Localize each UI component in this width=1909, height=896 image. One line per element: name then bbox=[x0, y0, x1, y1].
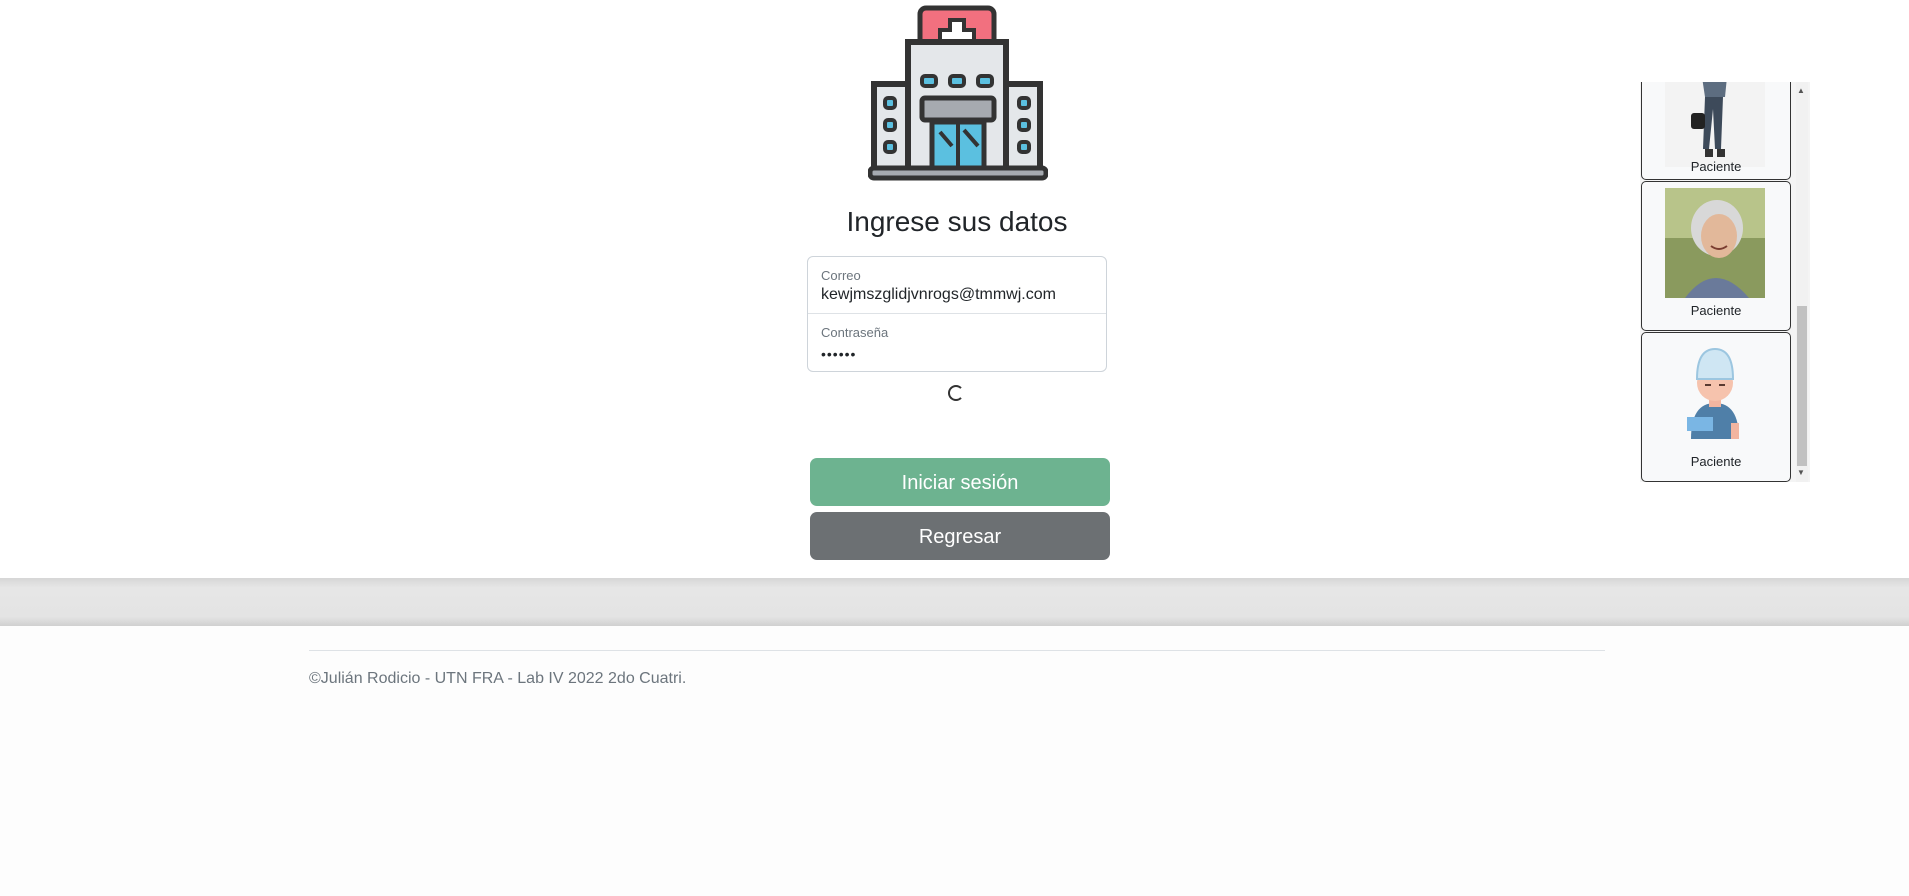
hospital-logo-icon bbox=[868, 5, 1048, 181]
email-field-container[interactable]: Correo bbox=[808, 257, 1106, 314]
footer-band bbox=[0, 578, 1909, 626]
user-card[interactable]: Paciente bbox=[1641, 82, 1791, 180]
scroll-down-arrow-icon[interactable]: ▼ bbox=[1797, 468, 1805, 477]
loading-spinner-icon bbox=[948, 385, 964, 401]
user-card[interactable]: Paciente bbox=[1641, 332, 1791, 482]
password-label: Contraseña bbox=[821, 325, 889, 340]
user-card-caption: Paciente bbox=[1690, 303, 1742, 318]
patient-walking-photo-icon bbox=[1665, 82, 1765, 167]
login-title: Ingrese sus datos bbox=[846, 206, 1068, 237]
footer-copyright: ©Julián Rodicio - UTN FRA - Lab IV 2022 … bbox=[309, 670, 687, 687]
scroll-up-arrow-icon[interactable]: ▲ bbox=[1797, 86, 1805, 95]
footer-divider bbox=[309, 650, 1605, 651]
password-field-container[interactable]: Contraseña •••••• bbox=[808, 314, 1106, 370]
back-button[interactable]: Regresar bbox=[810, 512, 1110, 560]
password-input[interactable]: •••••• bbox=[821, 346, 1091, 362]
user-card-caption: Paciente bbox=[1690, 454, 1742, 469]
injured-patient-avatar-icon bbox=[1665, 339, 1765, 449]
email-label: Correo bbox=[821, 268, 861, 283]
scrollbar-thumb[interactable] bbox=[1797, 306, 1807, 466]
elderly-woman-photo-icon bbox=[1665, 188, 1765, 298]
main-content: Ingrese sus datos Correo Contraseña ••••… bbox=[0, 0, 1909, 578]
login-button[interactable]: Iniciar sesión bbox=[810, 458, 1110, 506]
login-form: Correo Contraseña •••••• bbox=[807, 256, 1107, 372]
user-card[interactable]: Paciente bbox=[1641, 181, 1791, 331]
email-input[interactable] bbox=[821, 286, 1091, 304]
quick-access-user-list[interactable]: Paciente Paciente Paciente bbox=[1640, 82, 1810, 482]
user-card-caption: Paciente bbox=[1690, 159, 1742, 174]
